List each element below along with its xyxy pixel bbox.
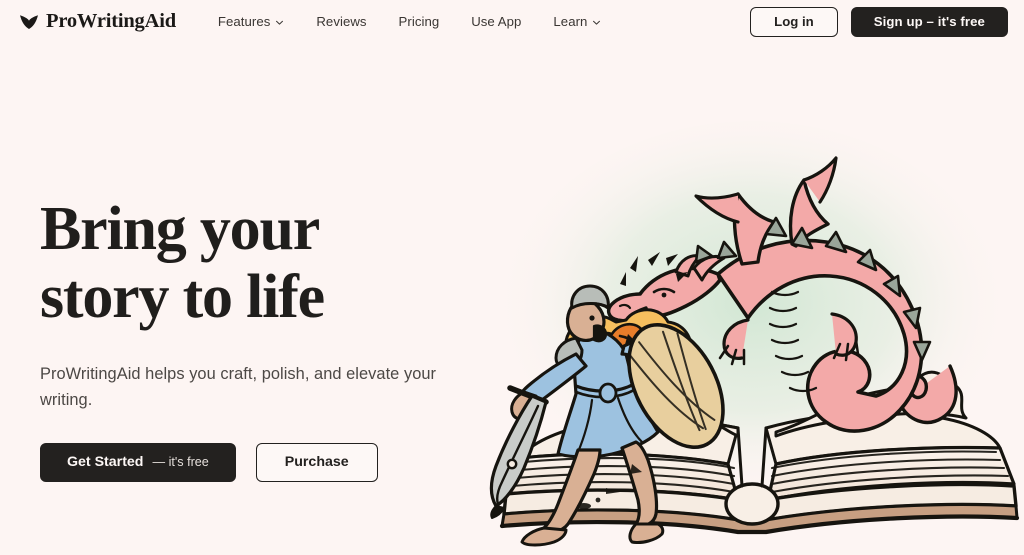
nav-item-use-app[interactable]: Use App [455,9,537,34]
nav-item-learn[interactable]: Learn [537,9,617,34]
chevron-down-icon [592,17,601,27]
get-started-button[interactable]: Get Started — it's free [40,443,236,482]
nav-item-reviews[interactable]: Reviews [300,9,382,34]
nav-item-label: Use App [471,14,522,30]
chevron-down-icon [275,17,284,27]
hero-subtitle: ProWritingAid helps you craft, polish, a… [40,365,437,409]
hero-title-line-2: story to life [40,262,325,331]
knight-fighting-dragon-on-open-book-illustration [489,121,1020,547]
hero-illustration [470,44,1024,555]
nav-item-features[interactable]: Features [202,9,300,34]
feather-chevron-logo-icon [18,11,40,33]
header-actions: Log in Sign up – it's free [750,7,1008,37]
nav-item-label: Learn [553,14,588,30]
hero-title-line-1: Bring your [40,195,320,263]
get-started-label: Get Started [67,454,144,471]
brand-name: ProWritingAid [46,10,176,33]
hero-cta-group: Get Started — it's free Purchase [40,443,470,482]
hero-section: Bring your story to life ProWritingAid h… [0,44,1024,555]
purchase-button[interactable]: Purchase [255,443,378,482]
hero-copy: Bring your story to life ProWritingAid h… [0,44,470,555]
nav-item-label: Features [217,14,271,30]
page-title: Bring your story to life [40,195,470,331]
brand-logo[interactable]: ProWritingAid [18,11,176,33]
get-started-sublabel: — it's free [152,455,209,470]
signup-button[interactable]: Sign up – it's free [850,7,1008,37]
site-header: ProWritingAid Features Reviews Pricing U… [0,0,1024,44]
nav-item-label: Pricing [398,14,440,30]
nav-item-pricing[interactable]: Pricing [383,9,456,34]
nav-item-label: Reviews [316,14,367,30]
login-button[interactable]: Log in [750,7,838,37]
main-navigation: Features Reviews Pricing Use App Learn [202,9,618,34]
